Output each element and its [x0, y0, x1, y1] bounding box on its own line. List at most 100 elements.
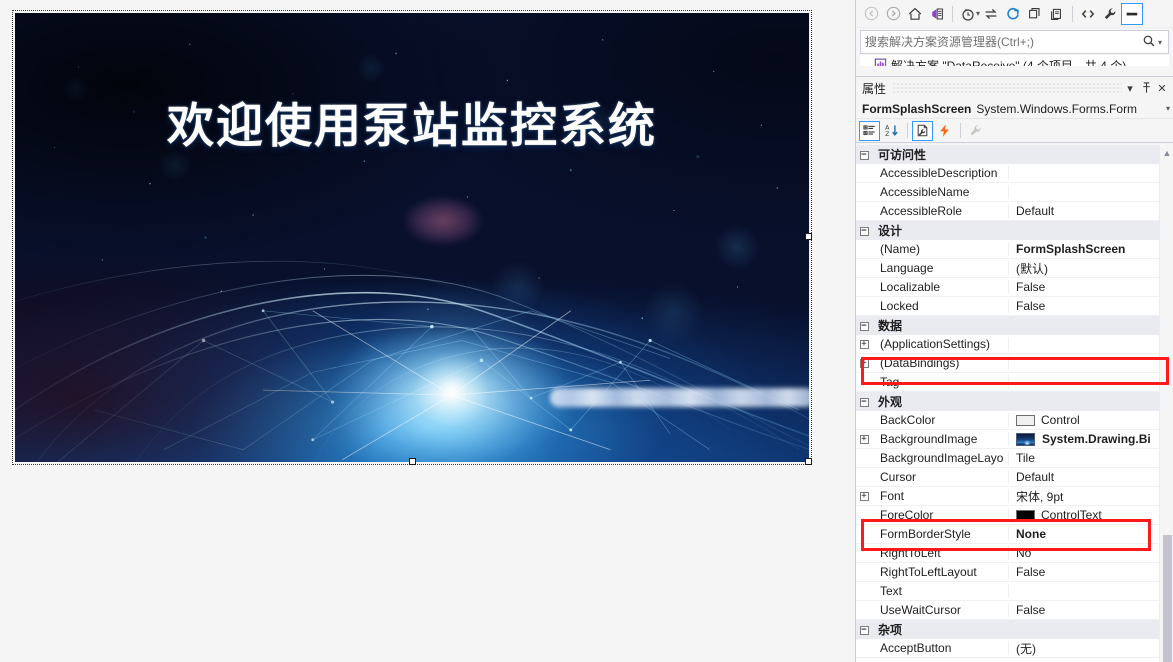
property-row-backcolor[interactable]: BackColor Control — [856, 411, 1173, 430]
solution-explorer-search[interactable]: ▾ — [860, 30, 1169, 54]
property-row[interactable]: AcceptButton (无) — [856, 639, 1173, 658]
titlebar-drag-dots[interactable] — [892, 83, 1122, 93]
property-name: RightToLeft — [872, 546, 1009, 560]
property-value[interactable]: System.Drawing.Bi — [1009, 432, 1173, 446]
property-row[interactable]: Locked False — [856, 297, 1173, 316]
property-row[interactable]: AccessibleName — [856, 183, 1173, 202]
property-row[interactable]: Tag — [856, 373, 1173, 392]
selected-object-name: FormSplashScreen — [862, 101, 972, 116]
property-row[interactable]: AccessibleDescription — [856, 164, 1173, 183]
property-category-row[interactable]: − 数据 — [856, 316, 1173, 335]
solution-explorer-root-node[interactable]: 解决方案 "DataReceive" (4 个项目，共 4 个) ⌄ — [860, 55, 1169, 75]
back-icon[interactable] — [860, 3, 882, 25]
property-pages-button[interactable] — [965, 121, 986, 141]
property-name: (DataBindings) — [872, 356, 1009, 370]
refresh-icon[interactable] — [1002, 3, 1024, 25]
show-all-files-icon[interactable] — [1046, 3, 1068, 25]
row-expander[interactable]: + — [856, 338, 872, 351]
property-value[interactable]: Tile — [1009, 451, 1173, 465]
property-row[interactable]: UseWaitCursor False — [856, 601, 1173, 620]
property-row[interactable]: RightToLeft No — [856, 544, 1173, 563]
property-row[interactable]: Language (默认) — [856, 259, 1173, 278]
property-row[interactable]: + (ApplicationSettings) — [856, 335, 1173, 354]
property-row[interactable]: (Name) FormSplashScreen — [856, 240, 1173, 259]
property-row[interactable]: + Font 宋体, 9pt — [856, 487, 1173, 506]
property-value[interactable]: 宋体, 9pt — [1009, 488, 1173, 505]
property-grid-scrollbar[interactable]: ▲ — [1159, 145, 1173, 662]
collapse-icon[interactable]: − — [856, 148, 872, 161]
property-grid[interactable]: − 可访问性 AccessibleDescription AccessibleN… — [856, 145, 1173, 662]
property-row[interactable]: BackgroundImageLayo Tile — [856, 449, 1173, 468]
properties-object-selector[interactable]: FormSplashScreen System.Windows.Forms.Fo… — [856, 99, 1173, 119]
resize-handle-bottom-center[interactable] — [409, 458, 416, 465]
forward-icon[interactable] — [882, 3, 904, 25]
property-category-row[interactable]: − 杂项 — [856, 620, 1173, 639]
row-expander[interactable]: + — [856, 433, 872, 446]
property-value[interactable]: False — [1009, 565, 1173, 579]
resize-handle-bottom-right[interactable] — [805, 458, 812, 465]
sync-with-active-document-icon[interactable] — [980, 3, 1002, 25]
property-value[interactable]: (无) — [1009, 640, 1173, 657]
property-row[interactable]: RightToLeftLayout False — [856, 563, 1173, 582]
property-row[interactable]: Text — [856, 582, 1173, 601]
property-value[interactable]: FormSplashScreen — [1009, 242, 1173, 256]
property-row-backgroundimage[interactable]: + BackgroundImage System.Drawing.Bi — [856, 430, 1173, 449]
property-row[interactable]: + (DataBindings) — [856, 354, 1173, 373]
window-menu-icon[interactable]: ▾ — [1122, 80, 1138, 96]
scroll-up-arrow-icon[interactable]: ▲ — [1160, 145, 1173, 160]
property-name: AccessibleName — [872, 185, 1009, 199]
form-splash-screen-preview[interactable]: 欢迎使用泵站监控系统 — [15, 13, 809, 462]
property-value[interactable]: None — [1009, 527, 1173, 541]
view-code-icon[interactable] — [1077, 3, 1099, 25]
property-category-row[interactable]: − 可访问性 — [856, 145, 1173, 164]
property-row[interactable]: Cursor Default — [856, 468, 1173, 487]
resize-handle-middle-right[interactable] — [805, 233, 812, 240]
toolbar-separator — [1072, 5, 1074, 22]
property-name: BackColor — [872, 413, 1009, 427]
form-selection-frame[interactable]: 欢迎使用泵站监控系统 — [12, 10, 812, 465]
property-value[interactable]: False — [1009, 299, 1173, 313]
home-icon[interactable] — [904, 3, 926, 25]
property-value-text: ControlText — [1041, 508, 1102, 522]
row-expander[interactable]: + — [856, 490, 872, 503]
property-value[interactable]: False — [1009, 280, 1173, 294]
search-input[interactable] — [861, 35, 1140, 49]
row-expander[interactable]: + — [856, 357, 872, 370]
close-icon[interactable]: ✕ — [1154, 80, 1170, 96]
property-name: FormBorderStyle — [872, 527, 1009, 541]
collapse-icon[interactable]: − — [856, 395, 872, 408]
chevron-down-icon[interactable]: ▾ — [1158, 38, 1168, 47]
auto-hide-pin-icon[interactable] — [1138, 80, 1154, 96]
form-designer-surface[interactable]: 欢迎使用泵站监控系统 — [0, 0, 855, 662]
properties-button[interactable] — [912, 120, 933, 141]
events-button[interactable] — [934, 121, 955, 141]
property-row-formborderstyle[interactable]: FormBorderStyle None — [856, 525, 1173, 544]
properties-icon[interactable] — [1099, 3, 1121, 25]
pending-changes-icon[interactable] — [926, 3, 948, 25]
property-row-forecolor[interactable]: ForeColor ControlText — [856, 506, 1173, 525]
property-category-row[interactable]: − 设计 — [856, 221, 1173, 240]
alphabetical-view-button[interactable]: A Z — [881, 121, 902, 141]
collapse-all-icon[interactable] — [1024, 3, 1046, 25]
chevron-down-icon[interactable]: ▾ — [1162, 104, 1170, 113]
view-designer-icon[interactable] — [1121, 2, 1144, 25]
property-category-row[interactable]: − 外观 — [856, 392, 1173, 411]
properties-window-header: 属性 ▾ ✕ — [856, 77, 1173, 99]
property-value[interactable]: No — [1009, 546, 1173, 560]
property-value[interactable]: False — [1009, 603, 1173, 617]
scrollbar-thumb[interactable] — [1163, 535, 1172, 662]
collapse-icon[interactable]: − — [856, 623, 872, 636]
search-icon[interactable] — [1140, 34, 1158, 51]
property-row[interactable]: Localizable False — [856, 278, 1173, 297]
property-value[interactable]: Default — [1009, 470, 1173, 484]
right-docked-panel: ▾ 搜索解决方案资源管理器(Ctrl+;) ▾ ⌄ 属性 ▾ ✕ FormSpl… — [855, 0, 1173, 662]
collapse-icon[interactable]: − — [856, 224, 872, 237]
property-row[interactable]: AccessibleRole Default — [856, 202, 1173, 221]
property-value[interactable]: ControlText — [1009, 508, 1173, 522]
property-value[interactable]: (默认) — [1009, 260, 1173, 277]
property-value[interactable]: Default — [1009, 204, 1173, 218]
image-thumbnail — [1016, 432, 1035, 446]
property-value[interactable]: Control — [1009, 413, 1173, 427]
categorized-view-button[interactable] — [859, 120, 880, 141]
collapse-icon[interactable]: − — [856, 319, 872, 332]
